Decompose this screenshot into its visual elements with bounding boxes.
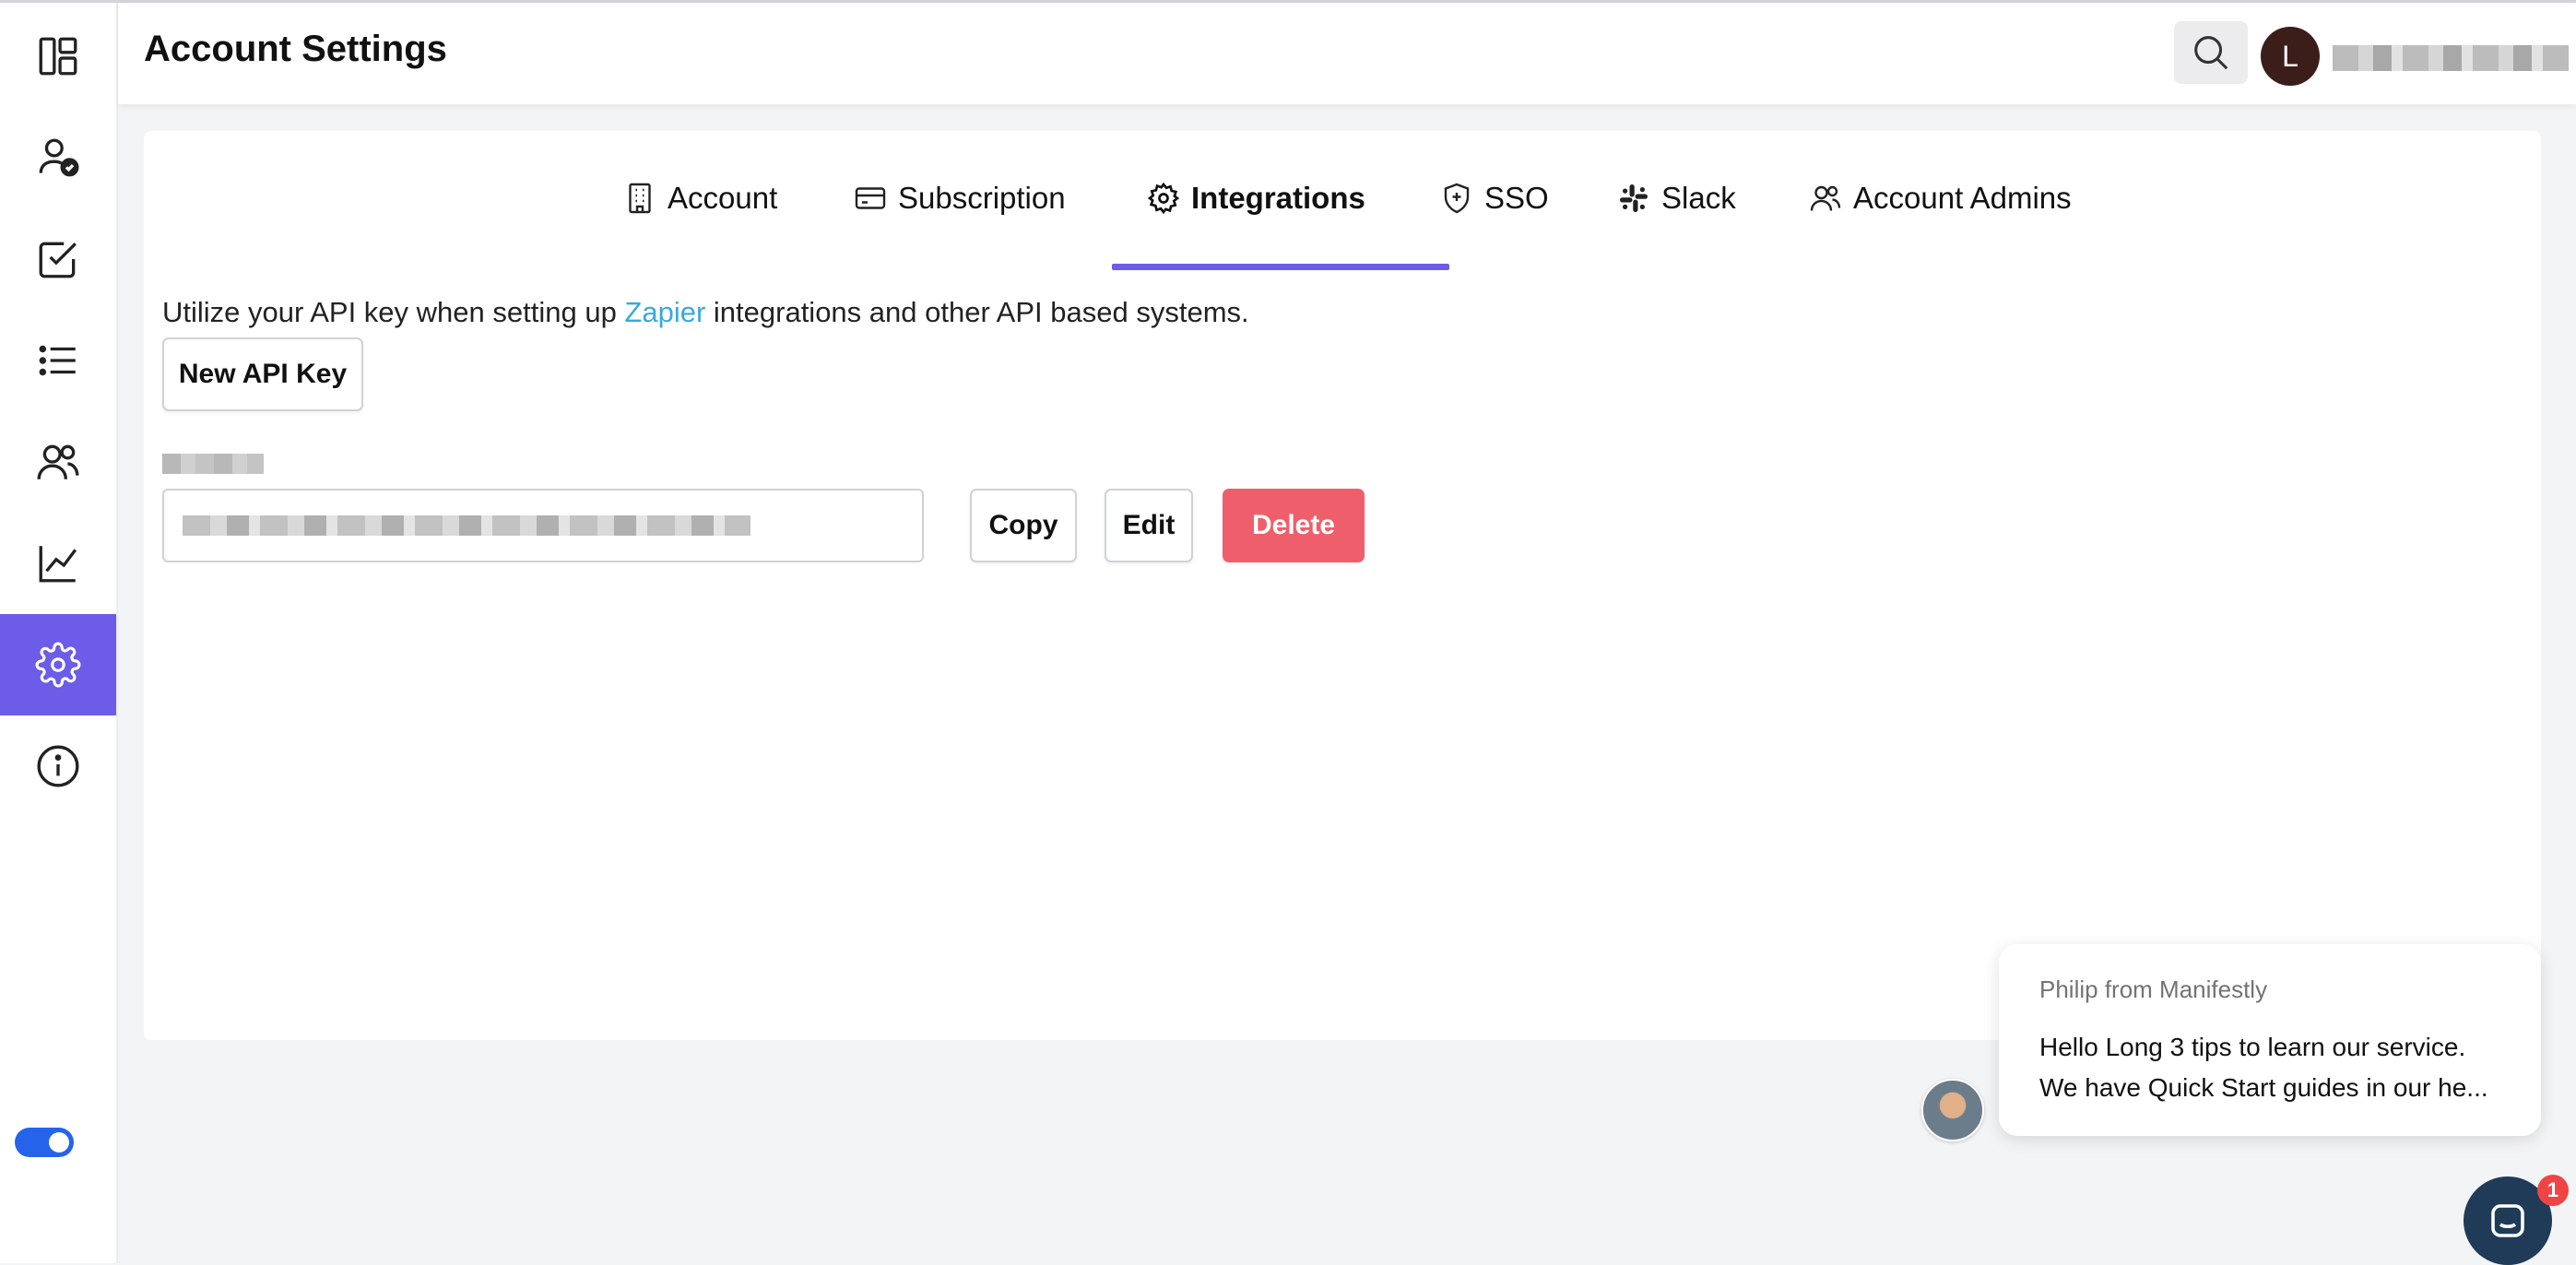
copy-button[interactable]: Copy [970,489,1077,562]
checklist-icon [39,242,77,278]
tab-subscription[interactable]: Subscription [854,160,1066,236]
chat-icon [2491,1204,2524,1237]
chat-text-line-2: We have Quick Start guides in our he... [2039,1073,2488,1102]
api-key-field[interactable] [162,489,924,562]
sidebar [0,3,118,1263]
chat-sender: Philip from Manifestly [2039,975,2268,1003]
settings-card: Account Subscription Integrations SSO Sl… [144,131,2541,1040]
edit-button[interactable]: Edit [1105,489,1193,562]
description-suffix: integrations and other API based systems… [705,296,1249,328]
sidebar-item-checklists[interactable] [0,208,116,310]
building-icon [629,183,651,214]
sidebar-item-lists[interactable] [0,310,116,411]
search-icon [2194,36,2228,70]
users-icon [37,444,79,479]
sidebar-item-dashboard[interactable] [0,6,116,107]
toggle-knob [49,1132,69,1153]
chat-agent-avatar[interactable] [1921,1079,1984,1141]
tab-slack[interactable]: Slack [1617,160,1736,236]
settings-tabs: Account Subscription Integrations SSO Sl… [144,160,2541,270]
tab-slack-label: Slack [1661,181,1736,215]
tab-integrations[interactable]: Integrations [1147,160,1365,236]
top-header: Account Settings L [118,3,2576,104]
gear-icon [35,642,81,688]
tab-account[interactable]: Account [623,160,777,236]
info-icon [37,745,79,787]
new-api-key-button[interactable]: New API Key [162,337,363,411]
slack-icon [1620,184,1648,212]
search-button[interactable] [2174,21,2248,84]
tab-integrations-label: Integrations [1191,181,1365,215]
api-key-value-redacted [183,515,750,536]
tab-account-label: Account [668,181,778,215]
tab-subscription-label: Subscription [898,181,1066,215]
tab-sso-label: SSO [1484,181,1549,215]
user-check-icon [39,138,79,177]
description-prefix: Utilize your API key when setting up [162,296,625,328]
tab-account-admins-label: Account Admins [1853,181,2072,215]
chart-icon [39,546,77,583]
avatar[interactable]: L [2261,27,2320,86]
sidebar-item-help[interactable] [0,715,116,817]
sidebar-item-reports[interactable] [0,513,116,614]
users-icon [1810,185,1841,211]
tab-sso[interactable]: SSO [1440,160,1549,236]
integrations-description: Utilize your API key when setting up Zap… [162,296,1249,329]
tab-account-admins[interactable]: Account Admins [1809,160,2072,236]
gear-icon [1147,182,1180,215]
username-redacted[interactable] [2333,45,2569,71]
credit-card-icon [855,187,886,209]
sidebar-item-users[interactable] [0,411,116,513]
theme-toggle[interactable] [15,1128,74,1157]
shield-icon [1444,183,1470,214]
chat-message-preview[interactable]: Philip from Manifestly Hello Long 3 tips… [1999,944,2541,1136]
notification-badge: 1 [2537,1175,2569,1206]
dashboard-icon [39,37,77,76]
api-key-name-redacted [162,454,264,474]
delete-button[interactable]: Delete [1223,489,1365,562]
zapier-link[interactable]: Zapier [624,296,705,328]
page-title: Account Settings [144,29,447,69]
chat-text-line-1: Hello Long 3 tips to learn our service. [2039,1033,2466,1061]
sidebar-item-settings[interactable] [0,614,116,715]
active-tab-indicator [1112,264,1449,270]
sidebar-item-assigned[interactable] [0,107,116,208]
list-icon [39,345,76,376]
